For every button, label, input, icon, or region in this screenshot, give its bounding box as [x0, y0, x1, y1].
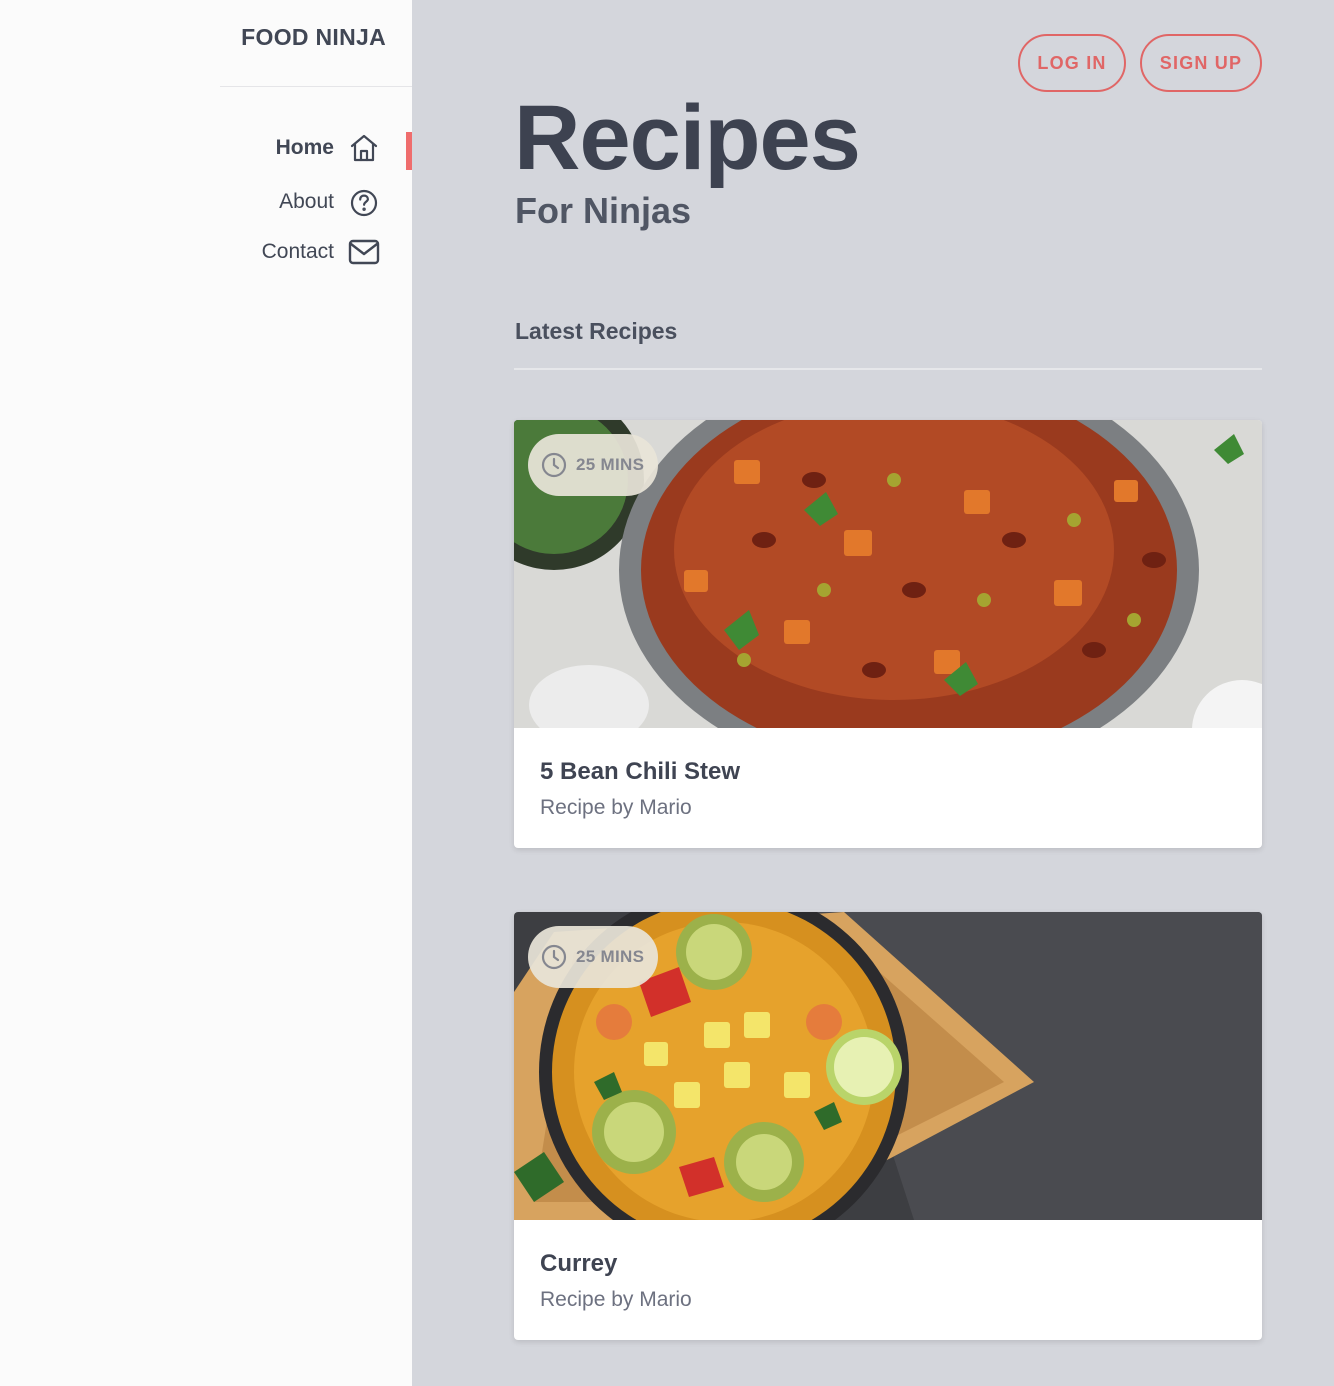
- recipe-card[interactable]: 25 MINS Currey Recipe by Mario: [514, 912, 1262, 1340]
- home-icon: [350, 134, 378, 162]
- sidebar-item-label: Home: [275, 136, 334, 159]
- recipe-card[interactable]: 25 MINS 5 Bean Chili Stew Recipe by Mari…: [514, 420, 1262, 848]
- curry-bowl-photo: 25 MINS: [514, 912, 1262, 1220]
- page-title: Recipes: [514, 87, 861, 189]
- active-nav-indicator: [406, 132, 412, 170]
- cook-time-badge: 25 MINS: [528, 434, 659, 496]
- brand-divider: [220, 86, 412, 87]
- section-title-latest-recipes: Latest Recipes: [515, 318, 678, 344]
- brand-logo-text[interactable]: FOOD NINJA: [241, 24, 386, 51]
- cook-time-badge: 25 MINS: [528, 926, 659, 988]
- recipe-title[interactable]: Currey: [540, 1250, 617, 1278]
- cook-time-label: 25 MINS: [576, 455, 645, 474]
- sidebar-item-label: About: [279, 190, 334, 213]
- recipe-byline: Recipe by Mario: [540, 1288, 692, 1311]
- sidebar-item-contact[interactable]: Contact: [262, 236, 380, 268]
- sidebar-item-label: Contact: [261, 240, 334, 263]
- sidebar-item-about[interactable]: About: [279, 186, 380, 218]
- sidebar-item-home[interactable]: Home: [276, 132, 380, 164]
- cook-time-label: 25 MINS: [576, 947, 645, 966]
- clock-icon: [541, 452, 567, 478]
- login-button[interactable]: LOG IN: [1018, 34, 1126, 92]
- section-divider: [514, 368, 1262, 370]
- recipe-byline: Recipe by Mario: [540, 796, 692, 819]
- bean-chili-stew-photo: 25 MINS: [514, 420, 1262, 728]
- recipe-title[interactable]: 5 Bean Chili Stew: [540, 758, 740, 786]
- envelope-icon: [348, 239, 380, 265]
- clock-icon: [541, 944, 567, 970]
- question-circle-icon: [350, 189, 378, 217]
- signup-button[interactable]: SIGN UP: [1140, 34, 1262, 92]
- page-subtitle: For Ninjas: [515, 190, 692, 231]
- sidebar: FOOD NINJA Home About Contact: [0, 0, 412, 1386]
